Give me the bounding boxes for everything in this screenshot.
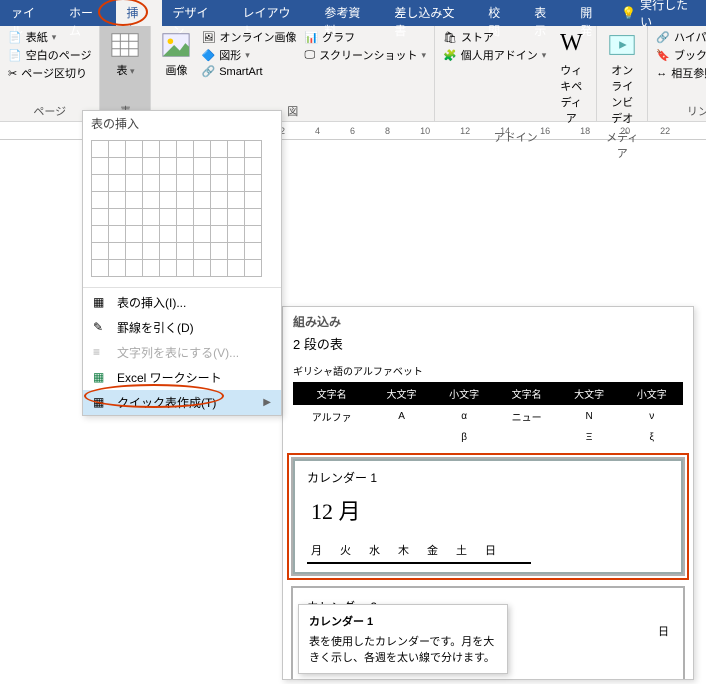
table-icon [110,30,140,60]
group-pages-label: ページ [6,102,93,121]
smartart-label: SmartArt [219,66,262,78]
wikipedia-label: ウィキペディア [556,62,586,126]
table-button[interactable]: 表 [106,28,144,80]
store-label: ストア [461,29,494,45]
insert-table-label: 表の挿入(I)... [117,296,186,310]
two-col-title: 2 段の表 [283,332,693,359]
draw-table-label: 罫線を引く(D) [117,319,194,336]
draw-table-item[interactable]: ✎ 罫線を引く(D) [83,315,281,340]
table-size-grid[interactable] [83,136,281,285]
group-media: オンラインビデオ メディア [597,26,648,121]
convert-icon: ≡ [93,345,109,361]
calendar-2-day: 日 [658,626,669,638]
tab-view[interactable]: 表示 [523,0,569,26]
quick-tables-label: クイック表作成(T) [117,394,216,411]
tab-design[interactable]: デザイン [162,0,232,26]
tab-layout[interactable]: レイアウト [231,0,313,26]
cover-page-button[interactable]: 📄 表紙 [6,28,93,46]
tab-developer[interactable]: 開発 [569,0,615,26]
chart-button[interactable]: 📊 グラフ [302,28,428,46]
table-button-label: 表 [116,62,134,78]
tab-home[interactable]: ホーム [58,0,116,26]
hyperlink-label: ハイパーリンク [674,29,706,45]
tab-file[interactable]: ァイル [0,0,58,26]
insert-table-icon: ▦ [93,295,109,311]
group-illustrations: 画像 🖼 オンライン画像 🔷 図形 🔗 SmartArt 📊 グラフ 🖵 スクリ… [151,26,435,121]
tell-me[interactable]: 💡 実行したい [615,0,706,26]
page-break-button[interactable]: ✂ ページ区切り [6,64,93,82]
tab-references[interactable]: 参考資料 [313,0,383,26]
tab-insert[interactable]: 挿入 [116,0,162,26]
picture-icon [161,30,191,60]
tab-review[interactable]: 校閲 [477,0,523,26]
group-tables: 表 表 [100,26,151,121]
myaddins-button[interactable]: 🧩 個人用アドイン [441,46,548,64]
insert-table-item[interactable]: ▦ 表の挿入(I)... [83,290,281,315]
online-pic-label: オンライン画像 [219,29,296,45]
video-label: オンラインビデオ [607,62,637,126]
convert-text-item: ≡ 文字列を表にする(V)... [83,340,281,365]
chart-label: グラフ [322,29,355,45]
ribbon: 📄 表紙 📄 空白のページ ✂ ページ区切り ページ 表 表 画像 [0,26,706,122]
excel-label: Excel ワークシート [117,369,222,386]
online-pictures-button[interactable]: 🖼 オンライン画像 [199,28,298,46]
crossref-label: 相互参照 [671,65,706,81]
blank-page-button[interactable]: 📄 空白のページ [6,46,93,64]
convert-label: 文字列を表にする(V)... [117,344,239,361]
group-addins: 🛍 ストア 🧩 個人用アドイン W ウィキペディア アドイン [435,26,597,121]
myaddins-label: 個人用アドイン [461,47,538,63]
bookmark-label: ブックマーク [674,47,706,63]
tooltip-title: カレンダー 1 [309,613,497,629]
pictures-button[interactable]: 画像 [157,28,195,80]
break-label: ページ区切り [21,65,87,81]
bookmark-button[interactable]: 🔖 ブックマーク [654,46,706,64]
wikipedia-icon: W [556,30,586,60]
bulb-icon: 💡 [621,6,636,20]
quick-tables-item[interactable]: ▦ クイック表作成(T) ▶ [83,390,281,415]
excel-spreadsheet-item[interactable]: ▦ Excel ワークシート [83,365,281,390]
smartart-button[interactable]: 🔗 SmartArt [199,64,298,79]
excel-icon: ▦ [93,370,109,386]
hyperlink-button[interactable]: 🔗 ハイパーリンク [654,28,706,46]
group-pages: 📄 表紙 📄 空白のページ ✂ ページ区切り ページ [0,26,100,121]
calendar-days: 月 火 水 木 金 土 日 [307,540,669,560]
video-icon [607,30,637,60]
screenshot-label: スクリーンショット [319,47,417,63]
blank-label: 空白のページ [26,47,92,63]
calendar-1-title: カレンダー 1 [307,469,669,486]
crossref-button[interactable]: ↔ 相互参照 [654,64,706,82]
shapes-label: 図形 [219,47,241,63]
calendar-month: 12 月 [311,494,665,526]
pictures-label: 画像 [165,62,187,78]
greek-caption: ギリシャ語のアルファベット [293,359,683,382]
pencil-icon: ✎ [93,320,109,336]
group-links: 🔗 ハイパーリンク 🔖 ブックマーク ↔ 相互参照 リンク [648,26,706,121]
submenu-arrow-icon: ▶ [263,397,271,408]
cover-label: 表紙 [26,29,48,45]
store-button[interactable]: 🛍 ストア [441,28,548,46]
table-dropdown: 表の挿入 ▦ 表の挿入(I)... ✎ 罫線を引く(D) ≡ 文字列を表にする(… [82,110,282,416]
greek-preview[interactable]: ギリシャ語のアルファベット 文字名 大文字 小文字 文字名 大文字 小文字 アル… [293,359,683,447]
table-dropdown-title: 表の挿入 [83,111,281,136]
ribbon-tabs: ァイル ホーム 挿入 デザイン レイアウト 参考資料 差し込み文書 校閲 表示 … [0,0,706,26]
shapes-button[interactable]: 🔷 図形 [199,46,298,64]
tooltip: カレンダー 1 表を使用したカレンダーです。月を大きく示し、各週を太い線で分けま… [298,604,508,674]
builtin-heading: 組み込み [283,307,693,332]
calendar-1-preview[interactable]: カレンダー 1 12 月 月 火 水 木 金 土 日 [291,457,685,576]
tab-mailings[interactable]: 差し込み文書 [383,0,477,26]
online-video-button[interactable]: オンラインビデオ [603,28,641,128]
group-links-label: リンク [654,102,706,121]
quick-tables-icon: ▦ [93,395,109,411]
screenshot-button[interactable]: 🖵 スクリーンショット [302,46,428,64]
tooltip-body: 表を使用したカレンダーです。月を大きく示し、各週を太い線で分けます。 [309,633,497,665]
wikipedia-button[interactable]: W ウィキペディア [552,28,590,128]
